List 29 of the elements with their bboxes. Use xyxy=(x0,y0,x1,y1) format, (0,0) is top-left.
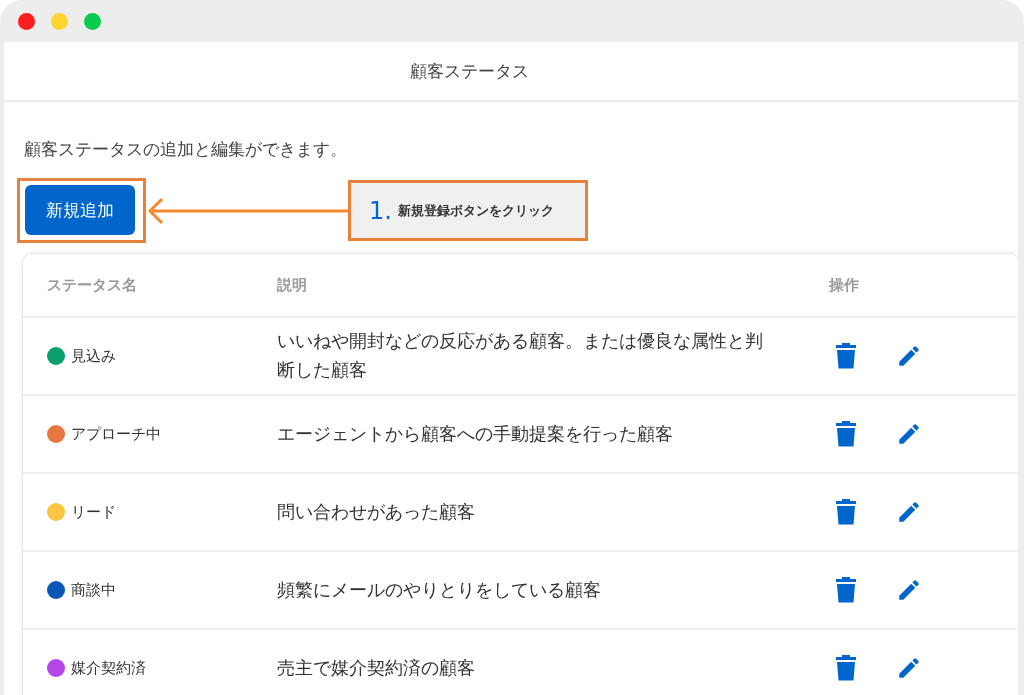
pencil-icon[interactable] xyxy=(896,499,922,525)
step-number: 1. xyxy=(369,196,392,225)
trash-icon[interactable] xyxy=(836,421,856,447)
pencil-icon[interactable] xyxy=(896,421,922,447)
pencil-icon[interactable] xyxy=(896,577,922,603)
pencil-icon[interactable] xyxy=(896,655,922,681)
trash-icon[interactable] xyxy=(836,655,856,681)
close-button[interactable] xyxy=(18,12,35,30)
trash-icon[interactable] xyxy=(836,343,856,369)
status-name: 媒介契約済 xyxy=(71,658,146,678)
add-button[interactable]: 新規追加 xyxy=(25,185,135,235)
trash-icon[interactable] xyxy=(836,499,856,525)
status-name: リード xyxy=(71,502,116,522)
page-title: 顧客ステータス xyxy=(409,59,529,83)
column-header: ステータス名 xyxy=(46,275,138,295)
status-description: いいねや開封などの反応がある顧客。または優良な属性と判断した顧客 xyxy=(277,329,764,382)
status-name: アプローチ中 xyxy=(71,424,161,444)
status-description: 売主で媒介契約済の顧客 xyxy=(277,655,475,680)
column-header: 操作 xyxy=(829,275,860,295)
page-description: 顧客ステータスの追加と編集ができます。 xyxy=(24,138,348,161)
callout-text: 新規登録ボタンをクリック xyxy=(397,201,554,220)
status-description: 頻繁にメールのやりとりをしている顧客 xyxy=(277,577,601,602)
pencil-icon[interactable] xyxy=(896,343,922,369)
status-description: 問い合わせがあった顧客 xyxy=(277,499,475,524)
status-name: 見込み xyxy=(71,346,116,366)
status-description: エージェントから顧客への手動提案を行った顧客 xyxy=(277,421,673,446)
status-name: 商談中 xyxy=(71,580,116,600)
column-header: 説明 xyxy=(277,275,308,295)
trash-icon[interactable] xyxy=(836,577,856,603)
